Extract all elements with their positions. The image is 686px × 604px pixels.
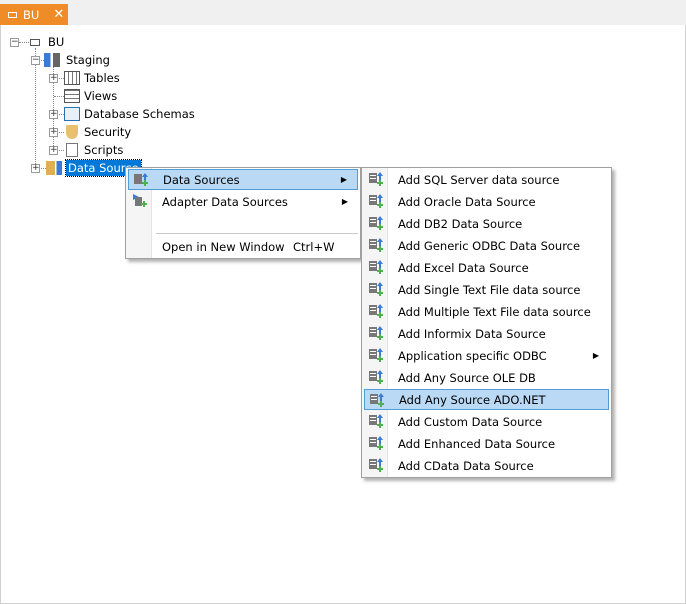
submenu-item[interactable]: Add Excel Data Source (364, 257, 609, 278)
expand-toggle[interactable]: + (31, 164, 40, 173)
tree-node-security[interactable]: Security (64, 123, 131, 141)
menu-label: Add SQL Server data source (398, 172, 560, 187)
data-source-add-icon (369, 194, 383, 208)
tab-bar: BU ✕ (0, 0, 686, 25)
submenu-item[interactable]: Add Multiple Text File data source (364, 301, 609, 322)
menu-label: Add Any Source OLE DB (398, 370, 536, 385)
data-source-add-icon (369, 348, 383, 362)
expand-toggle[interactable]: + (49, 128, 58, 137)
submenu-item[interactable]: Add Informix Data Source (364, 323, 609, 344)
script-icon (66, 143, 78, 157)
tree-node-staging[interactable]: Staging (44, 51, 110, 69)
data-source-add-icon (369, 458, 383, 472)
menu-label: Add Multiple Text File data source (398, 304, 591, 319)
menu-label: Add Oracle Data Source (398, 194, 536, 209)
submenu-item[interactable]: Add CData Data Source (364, 455, 609, 476)
tab-bu[interactable]: BU ✕ (0, 4, 68, 25)
collapse-toggle[interactable]: − (10, 38, 19, 47)
document-icon (8, 11, 17, 18)
shield-icon (66, 125, 78, 139)
menu-label: Adapter Data Sources (162, 194, 288, 209)
menu-label: Add CData Data Source (398, 458, 534, 473)
tree-line (35, 48, 36, 168)
menu-separator (156, 233, 358, 234)
context-menu: Data Sources ▶ Adapter Data Sources ▶ Op… (125, 167, 361, 259)
menu-label: Add DB2 Data Source (398, 216, 523, 231)
shortcut-label: Ctrl+W (293, 239, 335, 254)
submenu-item[interactable]: Add Single Text File data source (364, 279, 609, 300)
data-source-add-icon (369, 326, 383, 340)
data-sources-submenu: Add SQL Server data source Add Oracle Dat… (361, 167, 612, 478)
submenu-item[interactable]: Add Any Source OLE DB (364, 367, 609, 388)
node-label: Database Schemas (84, 107, 195, 121)
tab-title: BU (23, 7, 40, 22)
data-source-icon (46, 161, 62, 175)
tree-line (54, 96, 64, 97)
submenu-arrow-icon: ▶ (340, 175, 347, 184)
menu-label: Add Custom Data Source (398, 414, 543, 429)
tree-node-tables[interactable]: Tables (64, 69, 120, 87)
tree-node-database-schemas[interactable]: Database Schemas (64, 105, 195, 123)
data-source-add-icon (369, 238, 383, 252)
submenu-item[interactable]: Add Generic ODBC Data Source (364, 235, 609, 256)
menu-label: Open in New Window (162, 239, 285, 254)
submenu-arrow-icon: ▶ (341, 197, 348, 206)
submenu-arrow-icon: ▶ (592, 351, 599, 360)
menu-label: Add Single Text File data source (398, 282, 581, 297)
submenu-item[interactable]: Add SQL Server data source (364, 169, 609, 190)
node-label: Staging (66, 53, 110, 67)
node-label: Security (84, 125, 132, 139)
data-source-add-icon (369, 414, 383, 428)
menu-label: Add Generic ODBC Data Source (398, 238, 581, 253)
staging-icon (44, 53, 60, 67)
node-label: Tables (84, 71, 120, 85)
tree-node-bu[interactable]: BU (30, 33, 64, 51)
tree-node-scripts[interactable]: Scripts (64, 141, 123, 159)
node-label: BU (48, 35, 65, 49)
data-source-add-icon (369, 172, 383, 186)
submenu-item[interactable]: Add Oracle Data Source (364, 191, 609, 212)
submenu-item[interactable]: Application specific ODBC ▶ (364, 345, 609, 366)
collapse-toggle[interactable]: − (31, 56, 40, 65)
expand-toggle[interactable]: + (49, 74, 58, 83)
menu-item-open-new-window[interactable]: Open in New Window Ctrl+W (128, 236, 358, 257)
menu-label: Add Informix Data Source (398, 326, 546, 341)
data-source-add-icon (369, 370, 383, 384)
submenu-item[interactable]: Add Any Source ADO.NET (364, 389, 609, 410)
node-label: Views (84, 89, 118, 103)
menu-item-adapter-data-sources[interactable]: Adapter Data Sources ▶ (128, 191, 358, 212)
schema-icon (64, 107, 80, 121)
tree-node-views[interactable]: Views (64, 87, 117, 105)
submenu-item[interactable]: Add Enhanced Data Source (364, 433, 609, 454)
submenu-item[interactable]: Add Custom Data Source (364, 411, 609, 432)
submenu-item[interactable]: Add DB2 Data Source (364, 213, 609, 234)
data-source-add-icon (370, 393, 384, 407)
adapter-add-icon (133, 194, 147, 207)
menu-label: Add Any Source ADO.NET (399, 392, 546, 407)
menu-label: Application specific ODBC (398, 348, 547, 363)
menu-label: Add Enhanced Data Source (398, 436, 556, 451)
server-icon (30, 38, 40, 46)
close-icon[interactable]: ✕ (53, 7, 64, 22)
expand-toggle[interactable]: + (49, 146, 58, 155)
data-source-add-icon (369, 216, 383, 230)
expand-toggle[interactable]: + (49, 110, 58, 119)
data-source-add-icon (369, 436, 383, 450)
menu-label: Data Sources (163, 172, 240, 187)
data-source-add-icon (369, 304, 383, 318)
data-source-add-icon (369, 282, 383, 296)
table-icon (64, 71, 80, 85)
node-label: Scripts (84, 143, 124, 157)
data-source-add-icon (134, 173, 148, 186)
menu-label: Add Excel Data Source (398, 260, 529, 275)
menu-item-data-sources[interactable]: Data Sources ▶ (128, 169, 358, 190)
view-icon (64, 89, 80, 103)
data-source-add-icon (369, 260, 383, 274)
